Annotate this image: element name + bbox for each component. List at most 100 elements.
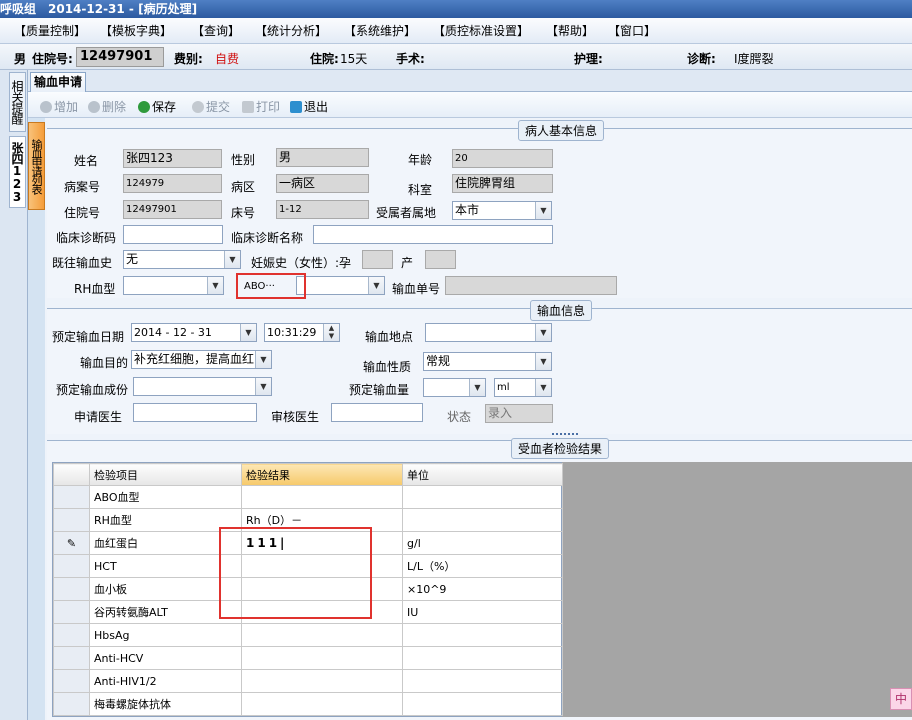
applicant-input[interactable] — [133, 403, 257, 422]
unit-cell[interactable]: L/L（%） — [402, 554, 563, 578]
unit-cell[interactable] — [402, 692, 563, 716]
transfusion-place-select[interactable]: ▼ — [425, 323, 552, 342]
amount-label: 预定输血量 — [349, 383, 410, 397]
unit-cell[interactable]: g/l — [402, 531, 563, 555]
amount-select[interactable]: ▼ — [423, 378, 486, 397]
tab-transfusion-request[interactable]: 输血申请 — [30, 72, 86, 92]
department-field[interactable]: 住院脾胃组 — [452, 174, 553, 193]
inpatient-no-field[interactable]: 12497901 — [123, 200, 222, 219]
menu-qc-standards[interactable]: 【质控标准设置】 — [433, 23, 529, 39]
tab-related-reminders[interactable]: 相关提醒 — [9, 72, 26, 132]
result-cell[interactable] — [241, 623, 403, 647]
table-row[interactable]: Anti-HCV — [53, 646, 563, 670]
ward-label: 病区 — [231, 180, 256, 194]
pregnancy-field[interactable] — [362, 250, 393, 269]
diagnosis-code-input[interactable] — [123, 225, 223, 244]
unit-cell[interactable] — [402, 623, 563, 647]
spinner-arrows-icon[interactable]: ▲ ▼ — [323, 324, 339, 341]
column-header-item[interactable]: 检验项目 — [89, 463, 242, 486]
unit-cell[interactable] — [402, 508, 563, 532]
table-row[interactable]: ABO血型 — [53, 485, 563, 509]
status-field: 录入 — [485, 404, 553, 423]
splitter-handle[interactable] — [552, 433, 578, 437]
diagnosis-name-input[interactable] — [313, 225, 553, 244]
patient-info-bar: 男 住院号: 12497901 费别: 自费 住院: 15天 手术: 护理: 诊… — [0, 44, 912, 70]
table-row[interactable]: Anti-HIV1/2 — [53, 669, 563, 693]
chevron-down-icon[interactable]: ▼ — [368, 277, 384, 294]
table-row[interactable]: HbsAg — [53, 623, 563, 647]
delete-button[interactable]: 删除 — [88, 98, 126, 115]
item-cell[interactable]: Anti-HCV — [89, 646, 242, 670]
component-select[interactable]: ▼ — [133, 377, 272, 396]
chevron-down-icon[interactable]: ▼ — [535, 353, 551, 370]
grid-empty-area — [562, 462, 912, 717]
bed-field[interactable]: 1-12 — [276, 200, 369, 219]
print-button[interactable]: 打印 — [242, 98, 280, 115]
pregnancy-label: 妊娠史（女性）:孕 — [251, 256, 352, 270]
save-icon — [138, 101, 150, 113]
item-cell[interactable]: ABO血型 — [89, 485, 242, 509]
chevron-down-icon[interactable]: ▼ — [535, 324, 551, 341]
name-field[interactable]: 张四123 — [123, 149, 222, 168]
age-label: 年龄 — [408, 153, 433, 167]
abo-select[interactable]: ▼ — [296, 276, 385, 295]
purpose-select[interactable]: 补充红细胞，提高血红 ▼ — [131, 350, 272, 369]
planned-time-spinner[interactable]: 10:31:29 ▲ ▼ — [264, 323, 340, 342]
item-cell[interactable]: 梅毒螺旋体抗体 — [89, 692, 242, 716]
chevron-down-icon[interactable]: ▼ — [207, 277, 223, 294]
chevron-down-icon[interactable]: ▼ — [255, 378, 271, 395]
menu-query[interactable]: 【查询】 — [192, 23, 240, 39]
exit-button[interactable]: 退出 — [290, 98, 328, 115]
rh-select[interactable]: ▼ — [123, 276, 224, 295]
nursing-label: 护理: — [574, 52, 603, 66]
tab-patient[interactable]: 张四123 — [9, 136, 26, 208]
menu-quality-control[interactable]: 【质量控制】 — [14, 23, 86, 39]
menu-statistics[interactable]: 【统计分析】 — [255, 23, 327, 39]
menu-help[interactable]: 【帮助】 — [546, 23, 594, 39]
unit-cell[interactable]: ×10^9 — [402, 577, 563, 601]
column-header-result[interactable]: 检验结果 — [241, 463, 403, 486]
table-row[interactable]: 梅毒螺旋体抗体 — [53, 692, 563, 716]
unit-cell[interactable] — [402, 485, 563, 509]
menu-template-dictionary[interactable]: 【模板字典】 — [100, 23, 172, 39]
tab-transfusion-list[interactable]: 输血申请列表 — [28, 122, 45, 210]
unit-select[interactable]: ml ▼ — [494, 378, 552, 397]
reviewer-input[interactable] — [331, 403, 423, 422]
department-label: 科室 — [408, 183, 433, 197]
nature-label: 输血性质 — [363, 360, 412, 374]
input-method-button[interactable]: 中 — [890, 688, 912, 710]
ward-field[interactable]: 一病区 — [276, 174, 369, 193]
result-cell[interactable] — [241, 692, 403, 716]
unit-cell[interactable]: IU — [402, 600, 563, 624]
result-cell[interactable] — [241, 669, 403, 693]
birth-field[interactable] — [425, 250, 456, 269]
save-button[interactable]: 保存 — [138, 98, 176, 115]
stay-label: 住院: — [310, 52, 339, 66]
chevron-down-icon[interactable]: ▼ — [535, 202, 551, 219]
chevron-down-icon[interactable]: ▼ — [469, 379, 485, 396]
add-button[interactable]: 增加 — [40, 98, 78, 115]
order-number-field[interactable] — [445, 276, 617, 295]
unit-cell[interactable] — [402, 646, 563, 670]
menu-system-maintenance[interactable]: 【系统维护】 — [344, 23, 416, 39]
planned-date-picker[interactable]: 2014 - 12 - 31 ▼ — [131, 323, 257, 342]
residence-select[interactable]: 本市 ▼ — [452, 201, 552, 220]
menu-window[interactable]: 【窗口】 — [608, 23, 656, 39]
age-field[interactable]: 20 — [452, 149, 553, 168]
transfusion-history-select[interactable]: 无 ▼ — [123, 250, 241, 269]
nature-select[interactable]: 常规 ▼ — [423, 352, 552, 371]
chevron-down-icon[interactable]: ▼ — [224, 251, 240, 268]
chevron-down-icon[interactable]: ▼ — [255, 351, 271, 368]
birth-label: 产 — [401, 256, 414, 270]
submit-button[interactable]: 提交 — [192, 98, 230, 115]
sex-field[interactable]: 男 — [276, 148, 369, 167]
item-cell[interactable]: HbsAg — [89, 623, 242, 647]
result-cell[interactable] — [241, 485, 403, 509]
case-number-field[interactable]: 124979 — [123, 174, 222, 193]
column-header-unit[interactable]: 单位 — [402, 463, 563, 486]
calendar-dropdown-icon[interactable]: ▼ — [240, 324, 256, 341]
item-cell[interactable]: Anti-HIV1/2 — [89, 669, 242, 693]
chevron-down-icon[interactable]: ▼ — [535, 379, 551, 396]
result-cell[interactable] — [241, 646, 403, 670]
unit-cell[interactable] — [402, 669, 563, 693]
